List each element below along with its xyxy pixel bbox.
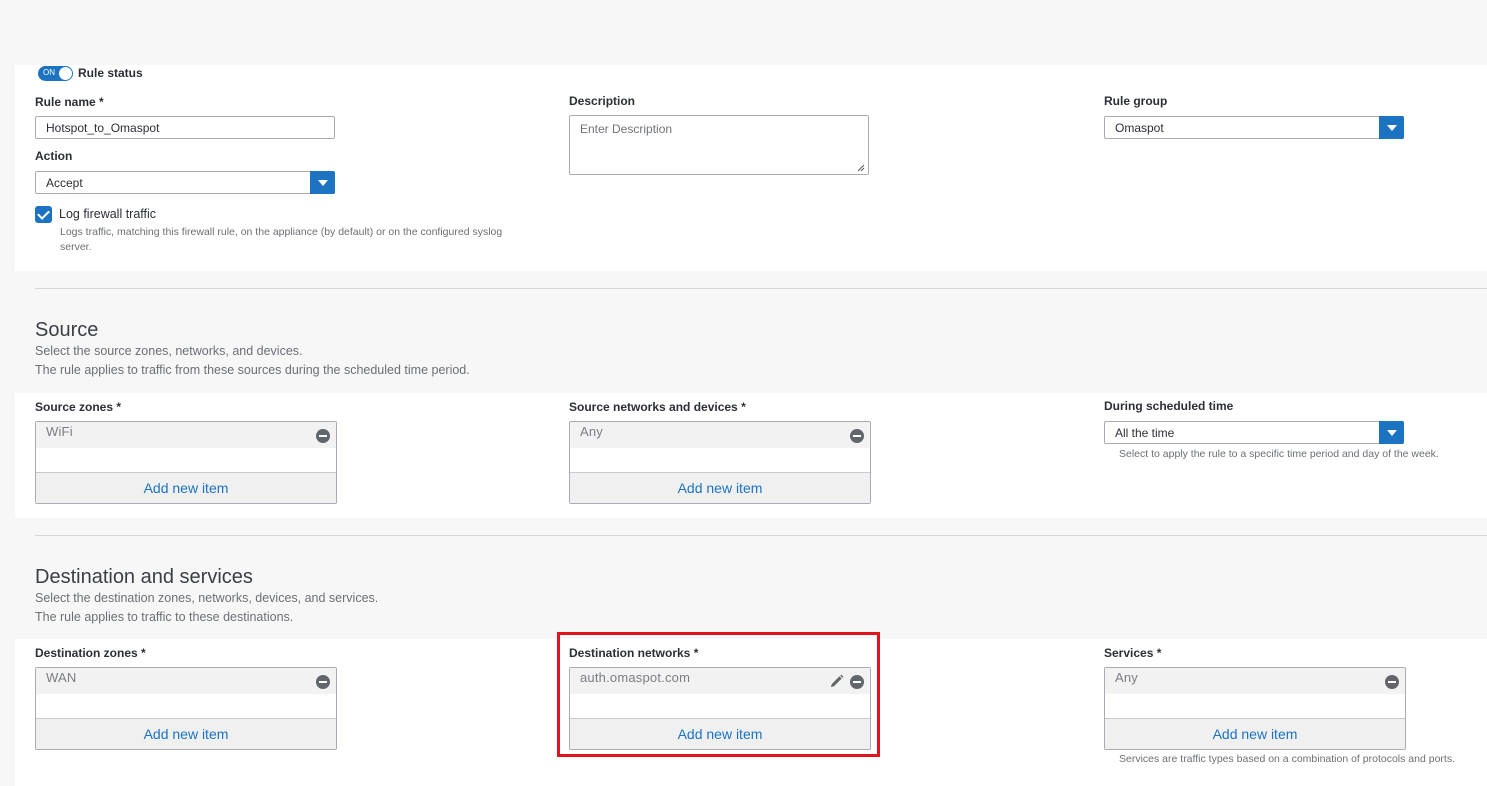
- list-item-text: WiFi: [46, 424, 73, 439]
- description-label: Description: [569, 94, 636, 108]
- action-select[interactable]: Accept: [35, 171, 335, 194]
- chevron-down-icon[interactable]: [1379, 116, 1404, 139]
- action-select-value: Accept: [46, 176, 83, 190]
- remove-icon[interactable]: [850, 429, 864, 443]
- schedule-select[interactable]: All the time: [1104, 421, 1404, 444]
- rule-name-label: Rule name *: [35, 95, 104, 109]
- source-networks-list: Any Add new item: [569, 421, 871, 504]
- list-item-text: WAN: [46, 670, 77, 685]
- resize-grip-icon[interactable]: [857, 164, 865, 172]
- add-new-item-button[interactable]: Add new item: [36, 472, 336, 503]
- rule-group-label: Rule group: [1104, 94, 1168, 108]
- section-divider: [35, 288, 1487, 289]
- remove-icon[interactable]: [316, 429, 330, 443]
- rule-group-select[interactable]: Omaspot: [1104, 116, 1404, 139]
- section-divider: [35, 535, 1487, 536]
- description-textarea[interactable]: [569, 115, 869, 175]
- rule-name-input[interactable]: Hotspot_to_Omaspot: [35, 116, 335, 139]
- toggle-knob: [59, 67, 72, 80]
- source-subtitle-2: The rule applies to traffic from these s…: [35, 363, 470, 377]
- add-new-item-button[interactable]: Add new item: [1105, 718, 1405, 749]
- log-traffic-hint-line2: server.: [60, 241, 92, 253]
- toggle-on-text: ON: [43, 68, 55, 77]
- destination-subtitle-1: Select the destination zones, networks, …: [35, 591, 379, 605]
- services-hint: Services are traffic types based on a co…: [1119, 753, 1455, 765]
- rule-status-label: Rule status: [78, 66, 143, 80]
- destination-zones-list: WAN Add new item: [35, 667, 337, 750]
- highlight-box: [557, 632, 880, 757]
- schedule-hint: Select to apply the rule to a specific t…: [1119, 448, 1439, 460]
- list-item: Any: [1105, 668, 1405, 694]
- schedule-select-value: All the time: [1115, 426, 1175, 440]
- chevron-down-icon[interactable]: [310, 171, 335, 194]
- source-section-title: Source: [35, 319, 99, 341]
- remove-icon[interactable]: [316, 675, 330, 689]
- add-new-item-button[interactable]: Add new item: [570, 472, 870, 503]
- rule-group-select-value: Omaspot: [1115, 121, 1164, 135]
- chevron-down-icon[interactable]: [1379, 421, 1404, 444]
- source-networks-label: Source networks and devices *: [569, 400, 746, 414]
- services-list: Any Add new item: [1104, 667, 1406, 750]
- list-item: WAN: [36, 668, 336, 694]
- remove-icon[interactable]: [1385, 675, 1399, 689]
- log-traffic-checkbox[interactable]: [35, 206, 52, 223]
- destination-zones-label: Destination zones *: [35, 646, 146, 660]
- list-item: Any: [570, 422, 870, 448]
- add-new-item-button[interactable]: Add new item: [36, 718, 336, 749]
- schedule-label: During scheduled time: [1104, 399, 1234, 413]
- destination-subtitle-2: The rule applies to traffic to these des…: [35, 610, 294, 624]
- source-zones-label: Source zones *: [35, 400, 122, 414]
- destination-section-title: Destination and services: [35, 566, 253, 588]
- list-item-text: Any: [580, 424, 604, 439]
- source-subtitle-1: Select the source zones, networks, and d…: [35, 344, 303, 358]
- log-traffic-label: Log firewall traffic: [59, 207, 157, 221]
- log-traffic-hint-line1: Logs traffic, matching this firewall rul…: [60, 226, 503, 238]
- list-item-text: Any: [1115, 670, 1139, 685]
- source-zones-list: WiFi Add new item: [35, 421, 337, 504]
- action-label: Action: [35, 149, 73, 163]
- rule-status-toggle[interactable]: ON: [38, 66, 73, 81]
- list-item: WiFi: [36, 422, 336, 448]
- services-label: Services *: [1104, 646, 1162, 660]
